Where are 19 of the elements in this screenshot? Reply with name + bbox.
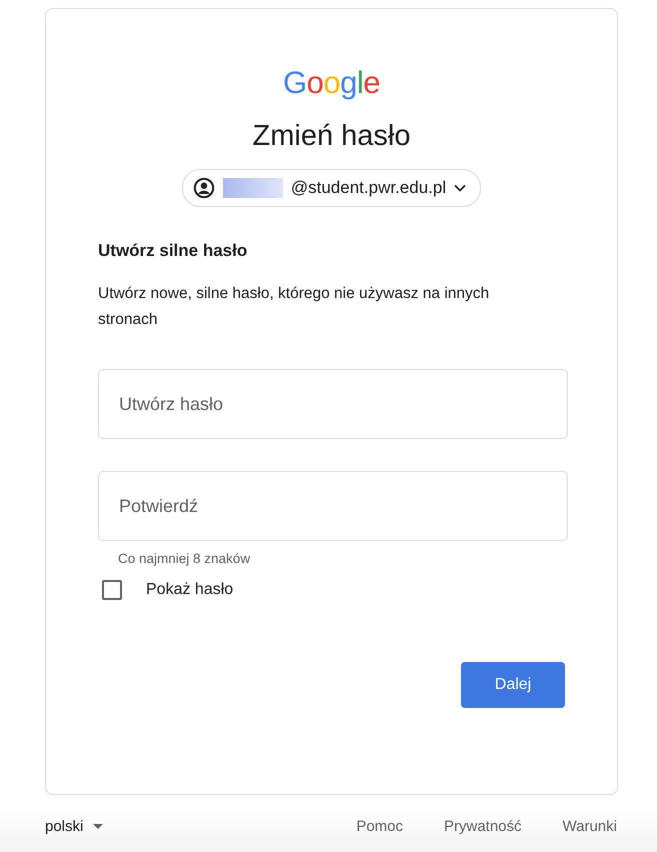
next-button[interactable]: Dalej [461,662,565,708]
password-field[interactable]: Utwórz hasło [98,369,568,439]
page-title: Zmień hasło [252,120,410,153]
hint-text: Co najmniej 8 znaków [118,551,252,566]
language-selector[interactable]: polski [45,818,84,834]
chevron-down-icon [454,184,466,192]
description-text: Utwórz nowe, silne hasło, którego nie używasz na innych stronach [98,284,490,330]
account-chip[interactable]: @student.pwr.edu.pl [182,169,482,207]
footer-link[interactable]: Pomoc [356,818,403,834]
section-heading: Utwórz silne hasło [98,241,248,261]
checkbox-label[interactable]: Pokaż hasło [146,581,234,599]
password-field[interactable]: Potwierdź [98,471,568,541]
google-logo: Google [282,67,380,98]
caret-icon[interactable] [93,824,104,828]
account-icon [192,177,215,199]
account-email: @student.pwr.edu.pl [290,178,446,198]
footer-link[interactable]: Prywatność [444,818,522,834]
footer-link[interactable]: Warunki [562,818,617,834]
checkbox[interactable] [102,580,122,600]
